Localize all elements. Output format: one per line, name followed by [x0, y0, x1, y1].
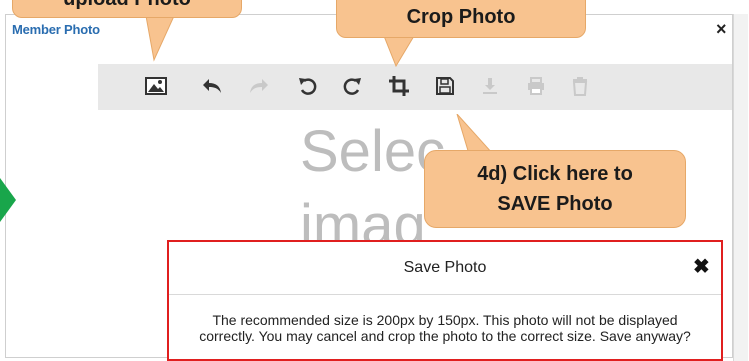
- save-button[interactable]: [431, 72, 459, 100]
- callout-save-line-2: SAVE Photo: [497, 193, 613, 215]
- print-icon: [528, 77, 544, 95]
- print-button[interactable]: [522, 72, 550, 100]
- rotate-right-button[interactable]: [338, 72, 366, 100]
- callout-pointer: [383, 36, 415, 68]
- upload-image-button[interactable]: [142, 72, 170, 100]
- callout-save-line-1: 4d) Click here to: [477, 163, 633, 185]
- redo-icon: [250, 79, 268, 93]
- delete-icon: [572, 77, 588, 96]
- close-icon[interactable]: ✖: [693, 254, 710, 279]
- undo-button[interactable]: [198, 72, 226, 100]
- close-icon[interactable]: ×: [716, 19, 727, 39]
- rotate-left-icon: [299, 78, 317, 95]
- crop-icon: [389, 76, 409, 96]
- save-photo-callout: 4d) Click here to SAVE Photo: [424, 150, 686, 228]
- callout-pointer: [145, 16, 175, 62]
- crop-button[interactable]: [385, 72, 413, 100]
- scrollbar[interactable]: [733, 14, 748, 361]
- upload-image-icon: [145, 77, 167, 95]
- rotate-left-button[interactable]: [294, 72, 322, 100]
- dialog-title: Save Photo: [403, 259, 487, 276]
- upload-photo-callout: upload Photo: [12, 0, 242, 18]
- image-toolbar: [98, 64, 732, 110]
- redo-button[interactable]: [245, 72, 273, 100]
- delete-button[interactable]: [566, 72, 594, 100]
- download-button[interactable]: [476, 72, 504, 100]
- undo-icon: [203, 79, 221, 93]
- rotate-right-icon: [343, 78, 361, 95]
- window-title: Member Photo: [12, 22, 100, 37]
- dialog-message: The recommended size is 200px by 150px. …: [199, 312, 691, 344]
- crop-photo-callout: Crop Photo: [336, 0, 586, 38]
- save-icon: [436, 77, 454, 95]
- green-arrow-annotation: [0, 178, 16, 222]
- download-icon: [483, 78, 497, 94]
